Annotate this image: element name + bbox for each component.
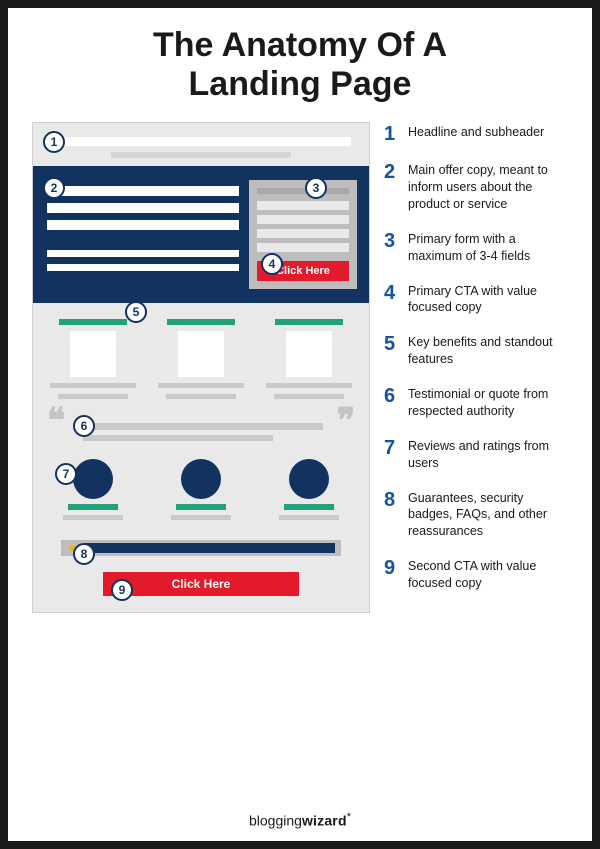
wf-benefit-text (158, 383, 244, 388)
legend-number: 3 (384, 231, 400, 251)
wf-review-col (155, 459, 247, 520)
wf-benefit-text (50, 383, 136, 388)
landing-page-wireframe: Click Here (32, 122, 370, 613)
legend-number: 9 (384, 558, 400, 578)
wf-quote-line (83, 435, 273, 441)
legend-item: 4 Primary CTA with value focused copy (384, 283, 568, 317)
wf-review-text (63, 515, 123, 520)
legend-item: 9 Second CTA with value focused copy (384, 558, 568, 592)
wf-subheader-bar (111, 152, 291, 158)
wf-benefit-col (155, 319, 247, 399)
wf-headline-bar (51, 137, 351, 146)
wf-copy-line (47, 203, 239, 213)
close-quote-icon: ❞ (337, 405, 355, 439)
wf-review-name (284, 504, 334, 510)
legend-item: 5 Key benefits and standout features (384, 334, 568, 368)
legend-text: Primary CTA with value focused copy (408, 283, 568, 317)
legend-number: 4 (384, 283, 400, 303)
wf-offer-copy (47, 180, 239, 289)
wf-benefit-text (58, 394, 128, 399)
wf-second-cta-section: Click Here (33, 560, 369, 612)
content-row: Click Here (32, 122, 568, 613)
wf-bullet-line (47, 250, 239, 257)
legend-item: 6 Testimonial or quote from respected au… (384, 386, 568, 420)
legend-text: Primary form with a maximum of 3-4 field… (408, 231, 568, 265)
legend-item: 2 Main offer copy, meant to inform users… (384, 162, 568, 213)
wf-benefit-image (178, 331, 224, 377)
wf-benefit-text (274, 394, 344, 399)
wf-benefit-text (166, 394, 236, 399)
infographic-frame: The Anatomy Of ALanding Page (0, 0, 600, 849)
legend-text: Second CTA with value focused copy (408, 558, 568, 592)
wf-form-title (257, 188, 349, 194)
wf-review-text (171, 515, 231, 520)
wf-benefits-section (33, 303, 369, 407)
wf-benefit-image (70, 331, 116, 377)
wf-benefit-heading (167, 319, 235, 325)
wf-benefit-heading (275, 319, 343, 325)
brand-bold: wizard (302, 813, 347, 829)
wf-benefit-heading (59, 319, 127, 325)
legend-text: Main offer copy, meant to inform users a… (408, 162, 568, 213)
legend-item: 8 Guarantees, security badges, FAQs, and… (384, 490, 568, 541)
wf-avatar (289, 459, 329, 499)
wf-copy-line (47, 186, 239, 196)
wf-review-name (176, 504, 226, 510)
wf-benefit-col (47, 319, 139, 399)
wf-form-field (257, 243, 349, 252)
page-title: The Anatomy Of ALanding Page (32, 26, 568, 104)
legend-text: Guarantees, security badges, FAQs, and o… (408, 490, 568, 541)
wf-reassurance-bar: ★ (61, 540, 341, 556)
legend-text: Key benefits and standout features (408, 334, 568, 368)
brand-prefix: blogging (249, 813, 302, 829)
legend-text: Testimonial or quote from respected auth… (408, 386, 568, 420)
wf-form-field (257, 229, 349, 238)
wf-benefit-col (263, 319, 355, 399)
wf-review-text (279, 515, 339, 520)
wf-benefit-image (286, 331, 332, 377)
wf-form-field (257, 201, 349, 210)
legend-number: 7 (384, 438, 400, 458)
wf-avatar (181, 459, 221, 499)
legend-text: Headline and subheader (408, 124, 544, 141)
legend-item: 1 Headline and subheader (384, 124, 568, 144)
brand-footer: bloggingwizard* (8, 811, 592, 829)
legend-number: 8 (384, 490, 400, 510)
wf-avatar (73, 459, 113, 499)
open-quote-icon: ❝ (47, 405, 65, 439)
wf-benefit-text (266, 383, 352, 388)
legend-text: Reviews and ratings from users (408, 438, 568, 472)
wf-headline-section (33, 123, 369, 166)
wf-reviews-section (33, 447, 369, 526)
legend-number: 2 (384, 162, 400, 182)
wf-reassurance-fill (84, 543, 335, 553)
legend-item: 7 Reviews and ratings from users (384, 438, 568, 472)
wf-copy-line (47, 220, 239, 230)
legend-column: 1 Headline and subheader 2 Main offer co… (384, 122, 568, 613)
legend-number: 6 (384, 386, 400, 406)
legend-item: 3 Primary form with a maximum of 3-4 fie… (384, 231, 568, 265)
legend-number: 5 (384, 334, 400, 354)
wf-bullet-line (47, 264, 239, 271)
wf-review-col (263, 459, 355, 520)
wf-form-field (257, 215, 349, 224)
legend-number: 1 (384, 124, 400, 144)
wf-review-name (68, 504, 118, 510)
wf-quote-line (83, 423, 323, 430)
brand-asterisk-icon: * (347, 811, 351, 823)
